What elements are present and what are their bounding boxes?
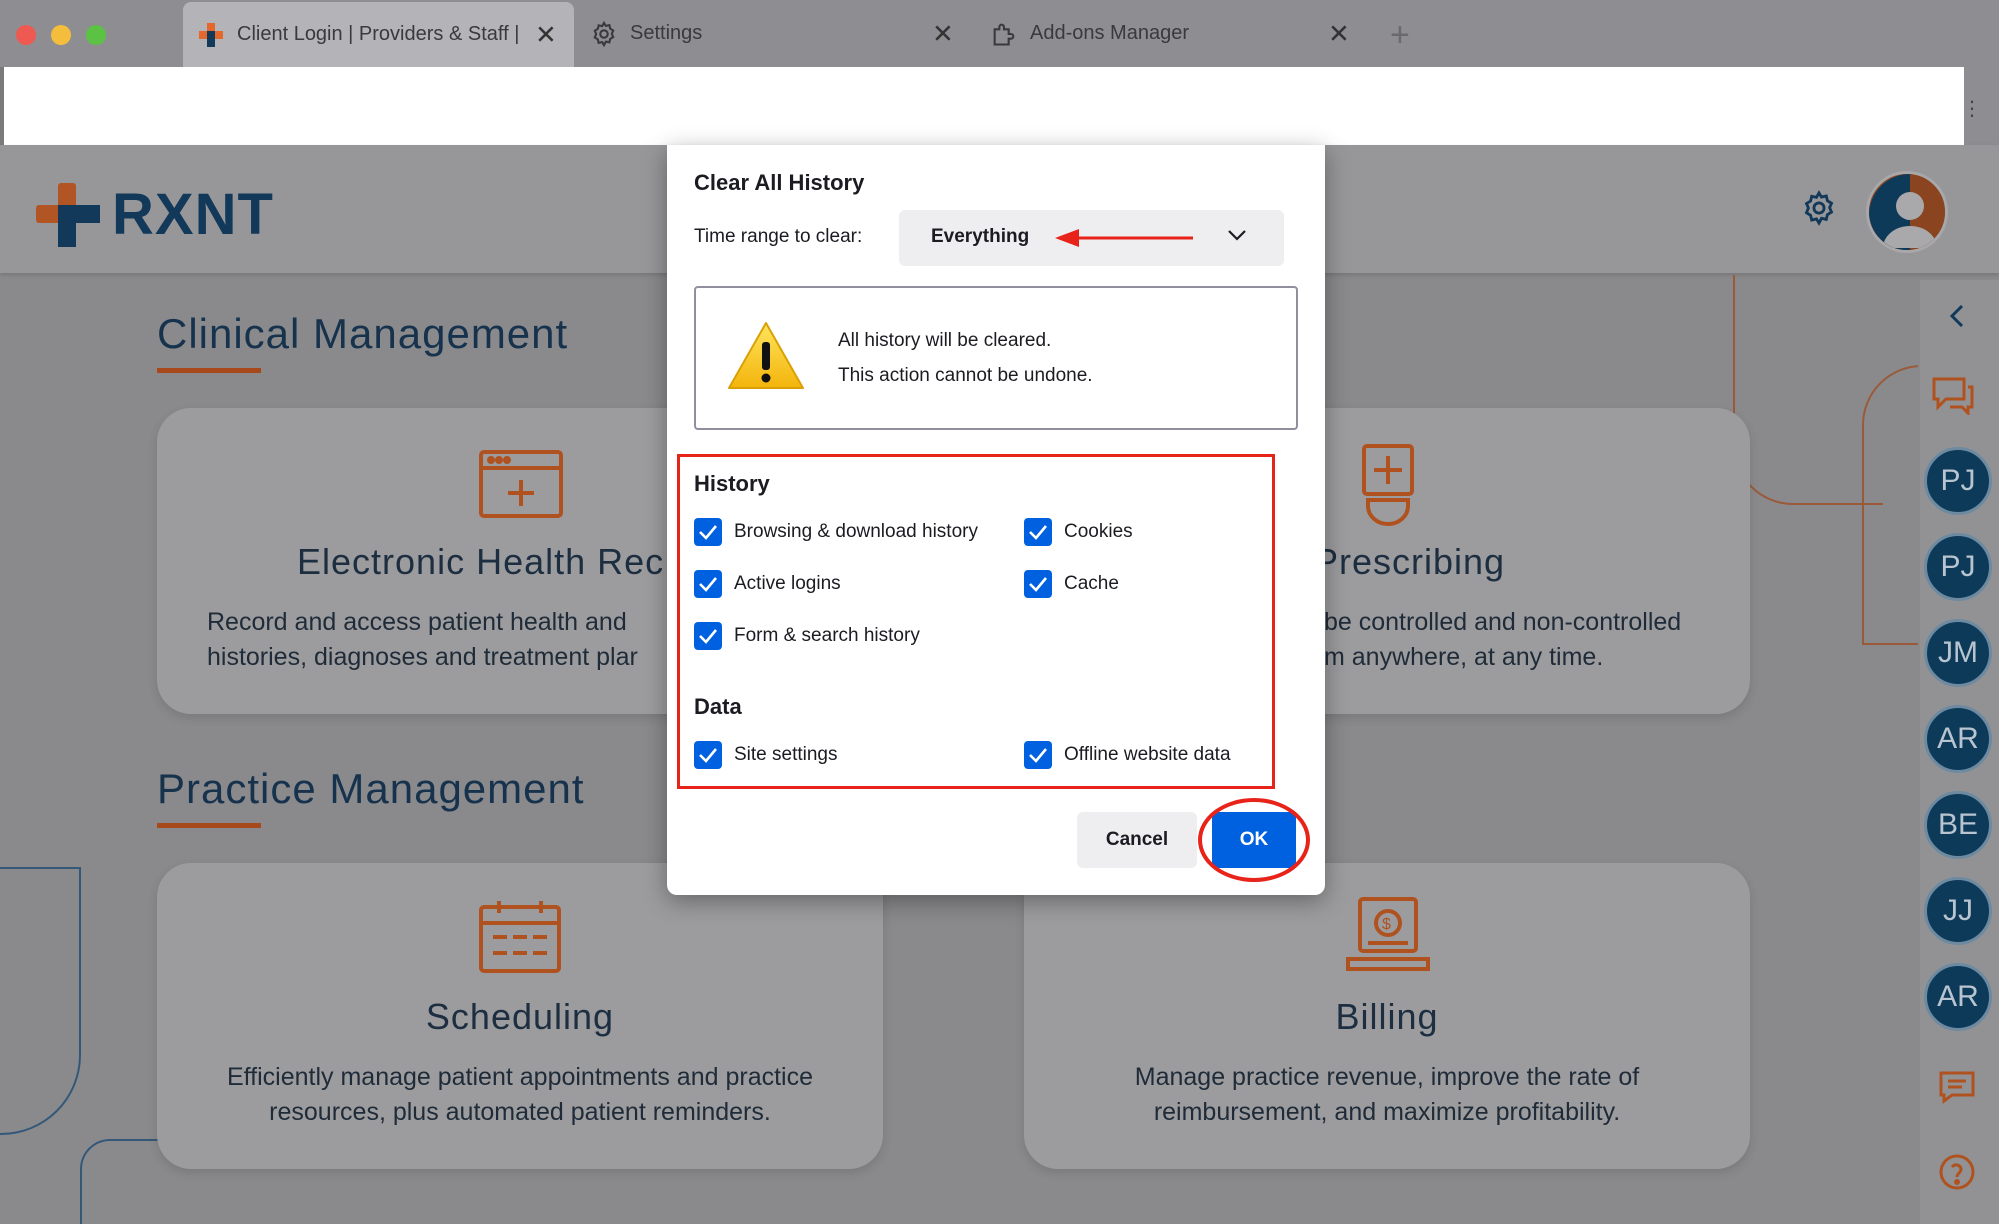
section-title-practice: Practice Management [157,765,585,812]
message-icon[interactable] [1938,1070,1976,1109]
window-maximize-button[interactable] [86,25,106,45]
warning-text-line: This action cannot be undone. [838,365,1093,386]
billing-laptop-icon: $ [1346,897,1430,978]
checkmark-icon[interactable] [1024,518,1052,546]
window-minimize-button[interactable] [51,25,71,45]
card-scheduling[interactable]: Scheduling Efficiently manage patient ap… [157,863,883,1169]
url-bar[interactable] [4,67,1964,145]
card-title: Electronic Health Rec [297,541,665,582]
checkbox-form-search-history[interactable]: Form & search history [694,622,920,650]
tab-settings[interactable]: Settings ✕ [590,0,960,67]
chat-bubbles-icon[interactable] [1930,375,1974,420]
window-close-button[interactable] [16,25,36,45]
clear-history-dialog: Clear All History Time range to clear: E… [667,145,1325,895]
user-badge[interactable]: AR [1924,963,1992,1031]
checkbox-label: Cache [1064,573,1119,594]
data-group-label: Data [694,694,742,719]
card-billing[interactable]: $ Billing Manage practice revenue, impro… [1024,863,1750,1169]
cancel-button[interactable]: Cancel [1077,812,1197,868]
checkbox-label: Active logins [734,573,841,594]
checkbox-cache[interactable]: Cache [1024,570,1119,598]
checkbox-browsing-history[interactable]: Browsing & download history [694,518,978,546]
rxnt-favicon-icon [197,21,225,49]
tab-addons-manager[interactable]: Add-ons Manager ✕ [990,0,1356,67]
ehr-window-icon [479,450,563,523]
user-badge[interactable]: JJ [1924,877,1992,945]
section-title-clinical: Clinical Management [157,310,569,357]
checkbox-label: Offline website data [1064,744,1231,765]
card-title: Scheduling [425,996,615,1037]
card-desc-line: be controlled and non-controlled [1324,608,1682,636]
card-desc-line: resources, plus automated patient remind… [269,1098,771,1126]
prescription-bottle-icon [1362,444,1414,531]
user-badge[interactable]: PJ [1924,533,1992,601]
tab-close-icon[interactable]: ✕ [1328,18,1350,49]
checkbox-active-logins[interactable]: Active logins [694,570,841,598]
new-tab-button[interactable]: + [1390,16,1410,55]
section-underline [157,823,261,828]
user-badge[interactable]: BE [1924,791,1992,859]
checkmark-icon[interactable] [1024,570,1052,598]
warning-triangle-icon [726,320,806,397]
checkbox-label: Cookies [1064,521,1133,542]
tab-label: Add-ons Manager [1030,22,1189,44]
checkmark-icon[interactable] [694,622,722,650]
checkbox-offline-website-data[interactable]: Offline website data [1024,741,1231,769]
rxnt-logo: RXNT [36,181,274,248]
card-desc-line: m anywhere, at any time. [1324,643,1604,671]
card-desc-line: Efficiently manage patient appointments … [226,1063,813,1091]
user-avatar[interactable] [1866,171,1948,253]
dialog-title: Clear All History [694,170,865,195]
time-range-label: Time range to clear: [694,226,863,247]
user-silhouette-icon [1869,174,1945,250]
help-icon[interactable] [1938,1153,1976,1196]
tab-label: Client Login | Providers & Staff | [237,23,520,45]
checkmark-icon[interactable] [694,741,722,769]
warning-box: All history will be cleared. This action… [694,286,1298,430]
section-underline [157,368,261,373]
card-title: Billing [1335,996,1439,1037]
browser-tab-bar: Client Login | Providers & Staff | ✕ Set… [0,0,1999,67]
calendar-icon [479,899,561,978]
rxnt-cross-icon [36,182,100,247]
time-range-value: Everything [931,226,1030,247]
gear-icon [590,20,618,48]
time-range-select[interactable]: Everything [899,210,1284,266]
card-desc-line: histories, diagnoses and treatment plar [207,643,638,671]
checkmark-icon[interactable] [694,570,722,598]
menu-dots-icon[interactable]: ⋮ [1962,96,1982,121]
puzzle-icon [990,20,1018,48]
ok-button[interactable]: OK [1212,812,1296,868]
user-badge[interactable]: AR [1924,705,1992,773]
checkbox-label: Site settings [734,744,838,765]
checkbox-label: Form & search history [734,625,920,646]
collapse-chevron-left-icon[interactable] [1946,303,1968,334]
tab-close-icon[interactable]: ✕ [932,18,954,49]
chevron-down-icon [1227,228,1247,247]
checkbox-cookies[interactable]: Cookies [1024,518,1133,546]
card-desc-line: reimbursement, and maximize profitabilit… [1153,1098,1621,1126]
checkbox-site-settings[interactable]: Site settings [694,741,838,769]
checkmark-icon[interactable] [1024,741,1052,769]
checkbox-label: Browsing & download history [734,521,978,542]
svg-text:$: $ [1382,916,1391,933]
warning-text-line: All history will be cleared. [838,330,1052,351]
checkmark-icon[interactable] [694,518,722,546]
user-badge[interactable]: PJ [1924,447,1992,515]
card-title: Prescribing [1314,541,1506,582]
card-desc-line: Manage practice revenue, improve the rat… [1134,1063,1640,1091]
tab-close-icon[interactable]: ✕ [535,19,557,50]
user-badge[interactable]: JM [1924,619,1992,687]
tab-label: Settings [630,22,703,44]
history-group-label: History [694,471,770,496]
annotation-arrow-icon [1055,227,1195,254]
settings-gear-icon[interactable] [1800,189,1838,232]
card-desc-line: Record and access patient health and [207,608,627,636]
logo-text: RXNT [112,182,274,247]
tab-client-login[interactable]: Client Login | Providers & Staff | ✕ [183,2,574,67]
